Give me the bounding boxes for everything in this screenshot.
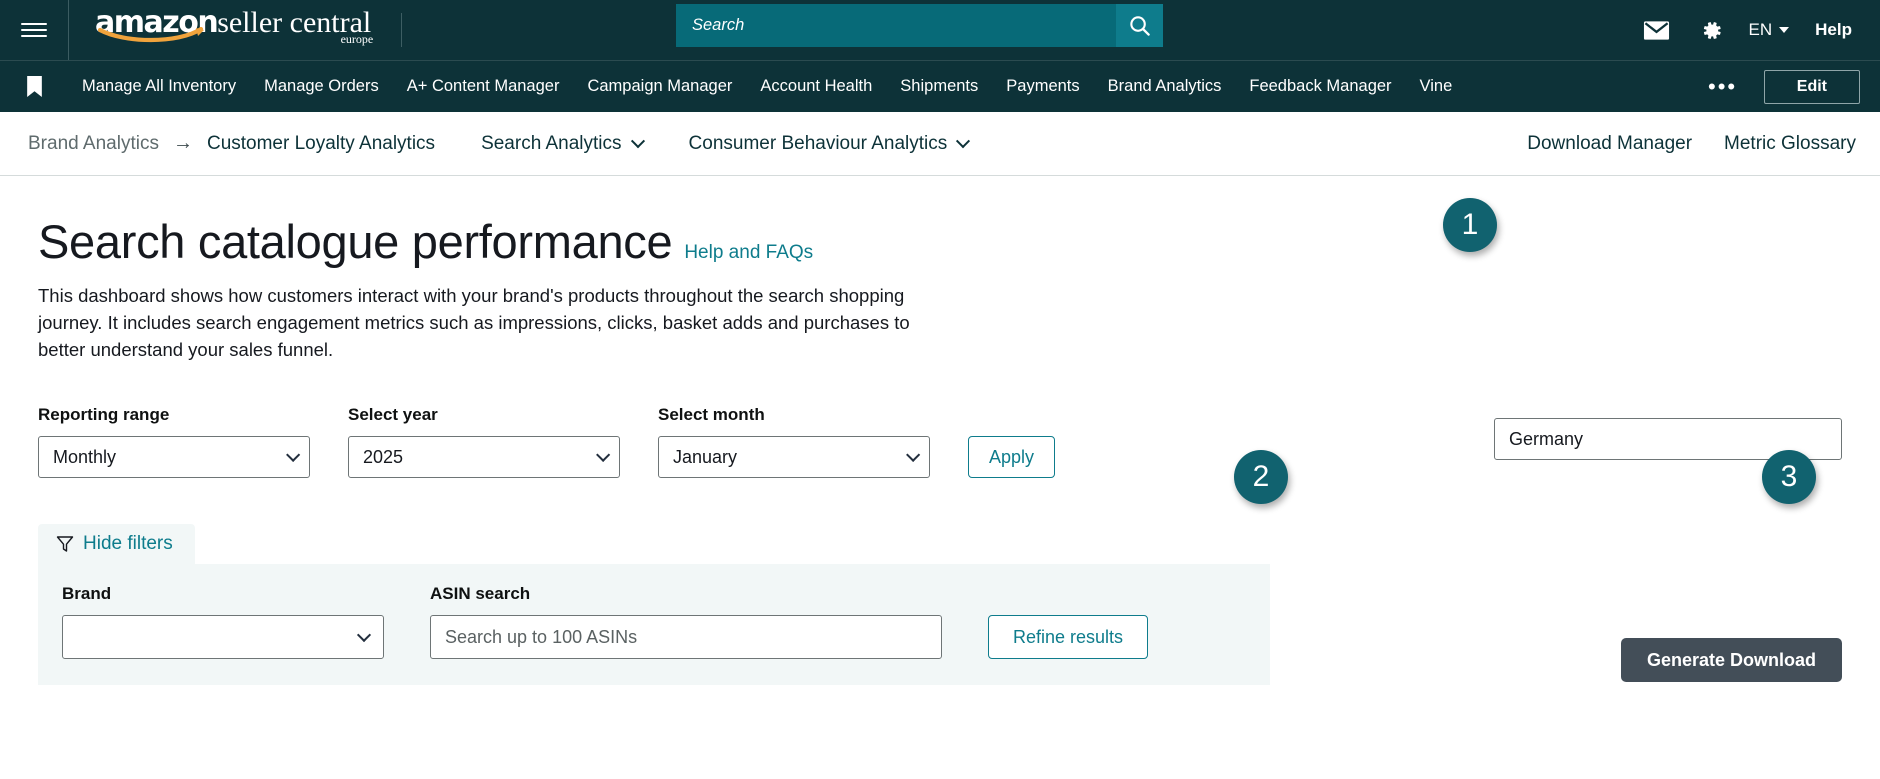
edit-nav-button[interactable]: Edit [1763, 69, 1860, 104]
step-badge-3: 3 [1762, 450, 1816, 504]
download-manager-link[interactable]: Download Manager [1527, 133, 1692, 155]
month-select-value: January [673, 446, 738, 467]
nav-item-campaign-manager[interactable]: Campaign Manager [573, 77, 746, 96]
hamburger-bar [21, 22, 47, 26]
nav-item-account-health[interactable]: Account Health [746, 77, 886, 96]
chevron-down-icon [956, 133, 971, 148]
generate-download-button[interactable]: Generate Download [1620, 638, 1842, 682]
subnav-label: Customer Loyalty Analytics [206, 132, 436, 154]
subnav-item-customer-loyalty-analytics[interactable]: Customer Loyalty Analytics [207, 133, 463, 155]
select-month-control: Select month January [658, 405, 930, 479]
page-title: Search catalogue performance [38, 215, 673, 268]
hamburger-menu-icon[interactable] [0, 0, 68, 60]
nav-item-brand-analytics[interactable]: Brand Analytics [1094, 77, 1236, 96]
amazon-smile-icon [98, 27, 206, 43]
search-icon [1130, 16, 1150, 36]
nav-overflow-icon[interactable]: ••• [1690, 75, 1755, 97]
nav-item-manage-all-inventory[interactable]: Manage All Inventory [68, 77, 250, 96]
nav-item-feedback-manager[interactable]: Feedback Manager [1235, 77, 1405, 96]
month-select[interactable]: January [658, 436, 930, 479]
subnav-item-search-analytics[interactable]: Search Analytics [463, 133, 670, 155]
subnav-label: Search Analytics [481, 132, 622, 154]
search-submit-button[interactable] [1116, 4, 1163, 47]
nav-item-payments[interactable]: Payments [992, 77, 1093, 96]
chevron-down-icon [906, 448, 921, 463]
brand-filter-label: Brand [62, 584, 112, 604]
primary-nav-bar: Manage All Inventory Manage Orders A+ Co… [0, 60, 1880, 112]
help-and-faqs-link[interactable]: Help and FAQs [684, 242, 813, 264]
apply-control: Apply [968, 436, 1056, 479]
brand-select[interactable] [62, 615, 384, 660]
metric-glossary-link[interactable]: Metric Glossary [1724, 133, 1856, 155]
hide-filters-toggle[interactable]: Hide filters [38, 524, 195, 565]
bookmark-icon[interactable] [0, 75, 68, 98]
gear-icon[interactable] [1684, 0, 1737, 60]
header-right-actions: EN Help [1629, 0, 1862, 60]
step-badge-1: 1 [1443, 198, 1497, 252]
chevron-down-icon [356, 628, 372, 643]
select-year-control: Select year 2025 [348, 405, 620, 479]
subnav-label: Consumer Behaviour Analytics [688, 132, 948, 154]
reporting-range-select[interactable]: Monthly [38, 436, 310, 479]
country-select-value: Germany [1509, 428, 1584, 449]
help-link[interactable]: Help [1801, 20, 1862, 40]
header-divider-2 [401, 13, 403, 47]
reporting-range-value: Monthly [53, 446, 117, 467]
logo-region-text: europe [340, 32, 374, 46]
reporting-range-label: Reporting range [38, 405, 170, 425]
asin-search-label: ASIN search [430, 584, 531, 604]
secondary-nav-bar: Brand Analytics → Customer Loyalty Analy… [0, 112, 1880, 176]
funnel-icon [56, 536, 74, 553]
nav-item-a-plus-content-manager[interactable]: A+ Content Manager [393, 77, 574, 96]
asin-search-input[interactable] [430, 615, 942, 660]
apply-button[interactable]: Apply [968, 436, 1056, 479]
filters-panel: Brand ASIN search Refine results [38, 564, 1270, 686]
nav-item-vine[interactable]: Vine [1406, 77, 1467, 96]
arrow-right-icon: → [172, 132, 193, 154]
chevron-down-icon [596, 448, 611, 463]
hide-filters-label: Hide filters [83, 533, 173, 555]
page-description: This dashboard shows how customers inter… [38, 285, 910, 360]
year-select-value: 2025 [363, 446, 404, 467]
chevron-down-icon [286, 448, 301, 463]
filters-section: Hide filters Brand ASIN search Refine re… [38, 524, 1270, 686]
select-month-label: Select month [658, 405, 765, 425]
subnav-right-links: Download Manager Metric Glossary [1527, 133, 1856, 155]
generate-download-control: Generate Download [1620, 638, 1842, 682]
select-year-label: Select year [348, 405, 438, 425]
language-selector[interactable]: EN [1737, 20, 1802, 40]
top-header-bar: amazonseller central europe Search EN He… [0, 0, 1880, 60]
year-select[interactable]: 2025 [348, 436, 620, 479]
breadcrumb: Brand Analytics [28, 132, 159, 154]
subnav-item-consumer-behaviour-analytics[interactable]: Consumer Behaviour Analytics [671, 133, 997, 155]
nav-item-manage-orders[interactable]: Manage Orders [250, 77, 393, 96]
hamburger-bar [21, 34, 47, 38]
amazon-seller-central-logo[interactable]: amazonseller central europe [69, 0, 397, 60]
step-badge-2: 2 [1234, 450, 1288, 504]
mail-icon[interactable] [1629, 0, 1684, 60]
main-content: Search catalogue performance Help and FA… [0, 176, 1880, 686]
asin-filter: ASIN search [430, 584, 942, 660]
global-search [676, 4, 1163, 47]
search-input[interactable] [676, 4, 1116, 47]
nav-item-shipments[interactable]: Shipments [886, 77, 992, 96]
nav-items: Manage All Inventory Manage Orders A+ Co… [68, 77, 1466, 96]
reporting-range-control: Reporting range Monthly [38, 405, 310, 479]
page-header: Search catalogue performance Help and FA… [38, 176, 1842, 269]
chevron-down-icon [630, 133, 645, 148]
chevron-down-icon [1779, 27, 1790, 33]
language-label: EN [1748, 20, 1773, 39]
brand-filter: Brand [62, 584, 384, 660]
hamburger-bar [21, 28, 47, 32]
refine-results-button[interactable]: Refine results [988, 615, 1149, 660]
